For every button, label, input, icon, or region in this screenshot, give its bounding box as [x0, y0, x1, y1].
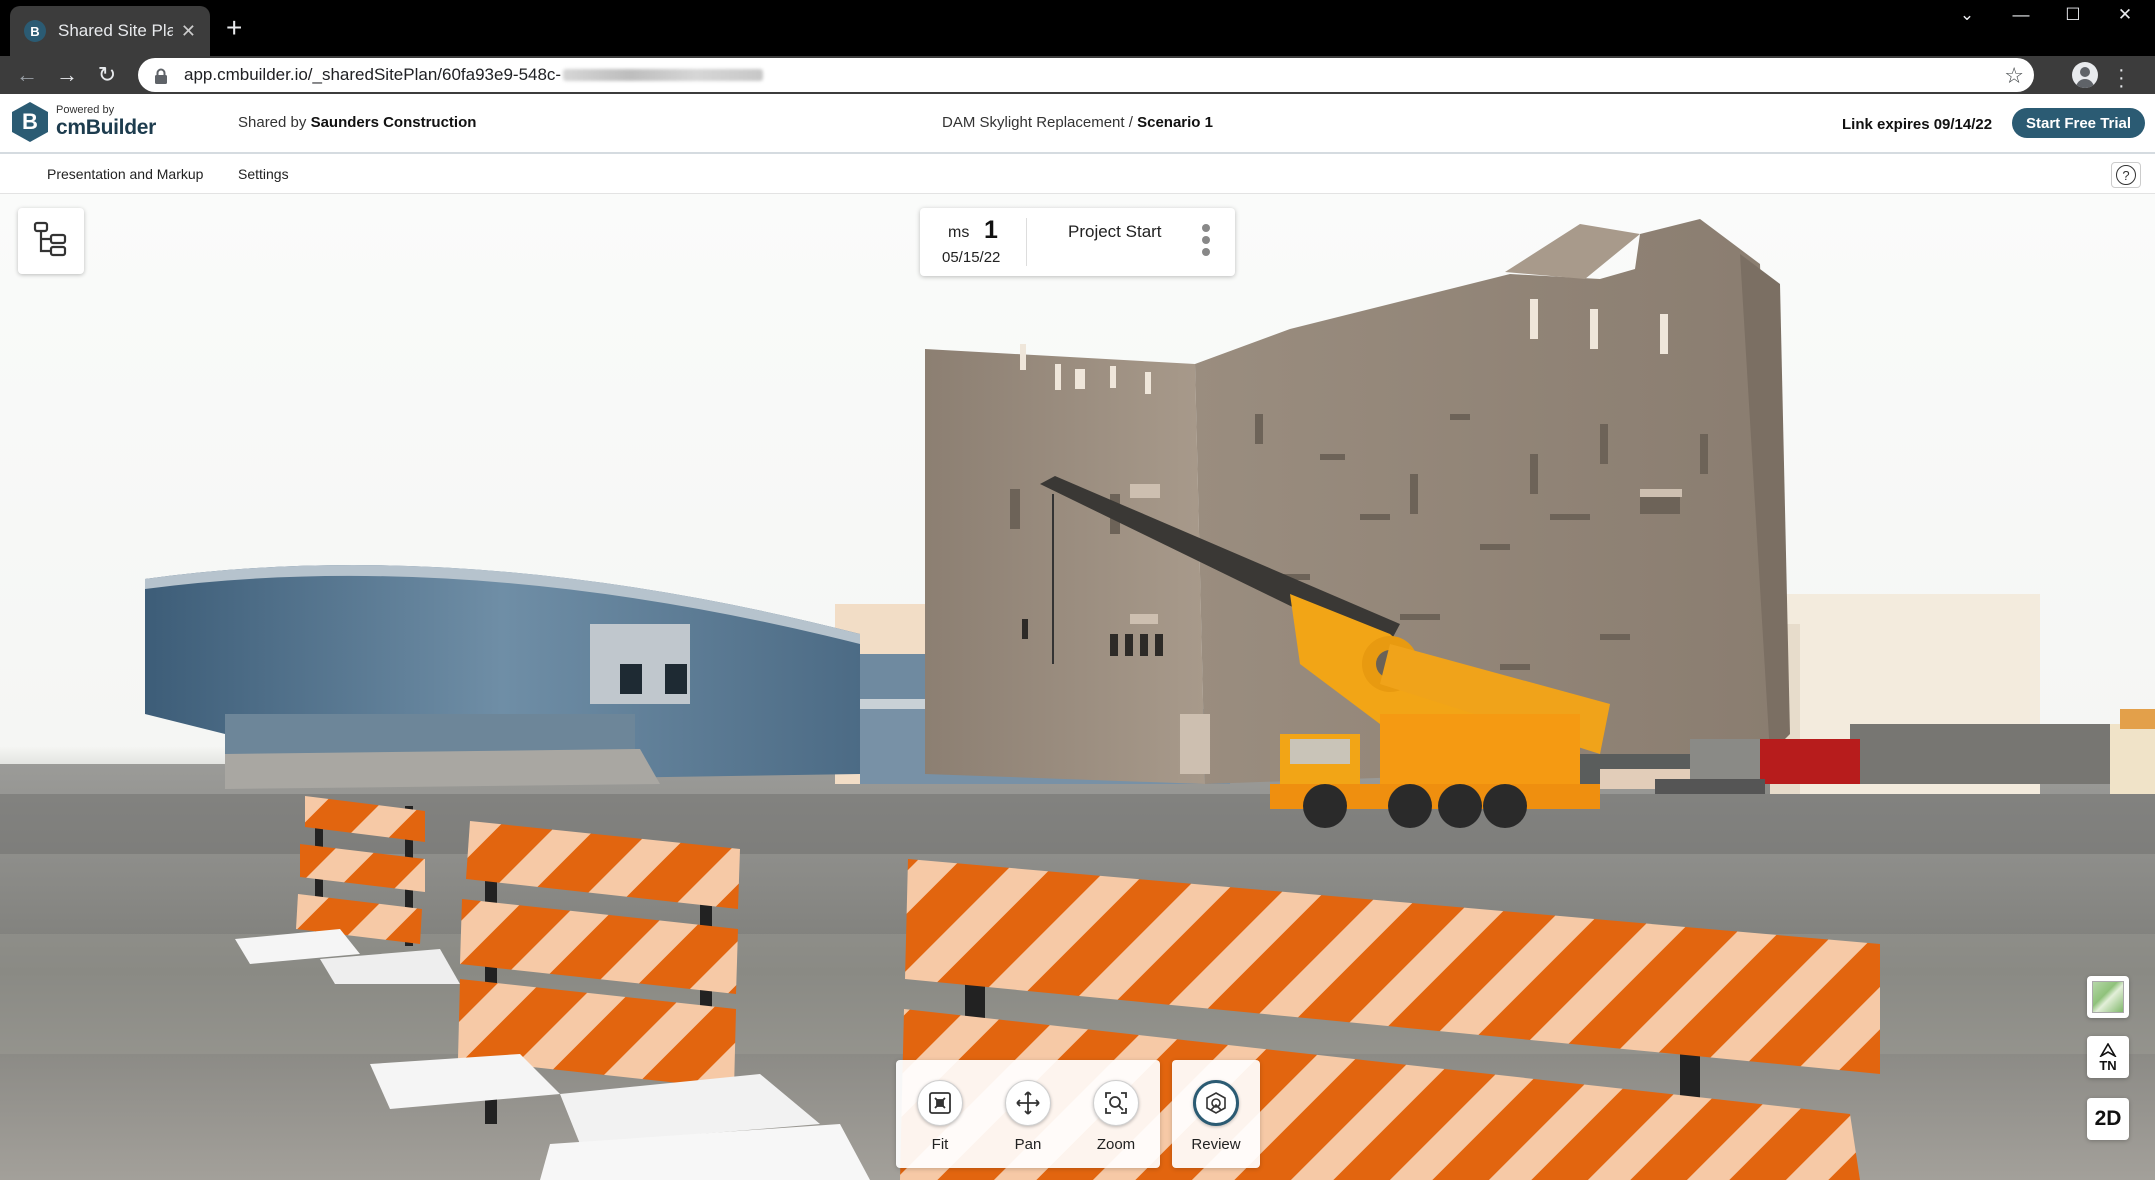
lock-icon	[154, 68, 168, 84]
view-mode-label: 2D	[2094, 1107, 2122, 1130]
project-breadcrumb: DAM Skylight Replacement / Scenario 1	[942, 114, 1213, 131]
scene-tree-button[interactable]	[18, 208, 84, 274]
sub-navigation: Presentation and Markup Settings ?	[0, 154, 2155, 194]
review-icon	[1193, 1080, 1239, 1126]
fit-icon	[917, 1080, 963, 1126]
fit-label: Fit	[931, 1136, 949, 1153]
pan-label: Pan	[1014, 1136, 1042, 1153]
navigation-toolbar: Fit Pan Zoom	[896, 1060, 1160, 1168]
milestone-title: Project Start	[1068, 222, 1162, 241]
milestone-date: 05/15/22	[942, 249, 1001, 266]
cmbuilder-logo[interactable]: B Powered by cmBuilder	[12, 102, 156, 142]
forward-icon[interactable]: →	[52, 60, 82, 90]
3d-viewport[interactable]: ms 1 05/15/22 Project Start Fit Pan Zoom…	[0, 194, 2155, 1180]
milestone-menu-icon[interactable]	[1202, 224, 1210, 260]
dumpster	[1760, 739, 1860, 784]
link-expires: Link expires 09/14/22	[1842, 116, 1993, 133]
url-redacted	[563, 69, 764, 81]
browser-tabstrip: B Shared Site Plans - ✕ + ⌄ — ☐ ✕	[0, 0, 2155, 56]
nav-settings[interactable]: Settings	[238, 166, 289, 182]
start-free-trial-button[interactable]: Start Free Trial	[2012, 108, 2146, 138]
project-name: DAM Skylight Replacement	[942, 114, 1125, 131]
logo-hex-icon: B	[12, 102, 48, 142]
true-north-button[interactable]: TN	[2087, 1036, 2129, 1078]
tree-icon	[31, 219, 71, 264]
reload-icon[interactable]: ↻	[92, 60, 122, 90]
review-tool[interactable]: Review	[1181, 1080, 1251, 1168]
breadcrumb-separator: /	[1128, 114, 1133, 131]
nav-presentation-markup[interactable]: Presentation and Markup	[47, 166, 203, 182]
review-label: Review	[1191, 1136, 1241, 1153]
milestone-number: 1	[984, 216, 998, 244]
app-header: B Powered by cmBuilder Shared by Saunder…	[0, 94, 2155, 154]
zoom-icon	[1093, 1080, 1139, 1126]
site-scene	[0, 219, 2155, 1180]
shared-by: Shared by Saunders Construction	[238, 114, 476, 131]
north-arrow-icon	[2098, 1041, 2118, 1059]
star-icon[interactable]: ☆	[2004, 63, 2024, 89]
profile-avatar-icon[interactable]	[2072, 62, 2098, 88]
help-button[interactable]: ?	[2111, 162, 2141, 188]
favicon-icon: B	[24, 20, 46, 42]
close-icon[interactable]: ✕	[181, 21, 196, 42]
new-tab-icon[interactable]: +	[226, 14, 242, 42]
true-north-label: TN	[2099, 1057, 2117, 1073]
fit-tool[interactable]: Fit	[905, 1080, 975, 1153]
address-bar[interactable]: app.cmbuilder.io/_sharedSitePlan/60fa93e…	[138, 58, 2034, 92]
review-toolbar: Review	[1172, 1060, 1260, 1168]
browser-menu-icon[interactable]: · · ·	[2118, 60, 2125, 96]
map-icon	[2092, 981, 2124, 1013]
window-close-icon[interactable]: ✕	[2098, 0, 2152, 30]
milestone-prefix: ms	[948, 224, 970, 241]
shared-by-name: Saunders Construction	[310, 114, 477, 131]
milestone-divider	[1026, 218, 1027, 266]
url-text: app.cmbuilder.io/_sharedSitePlan/60fa93e…	[184, 65, 562, 84]
scenario-name: Scenario 1	[1137, 114, 1213, 131]
tab-title: Shared Site Plans -	[58, 21, 173, 40]
milestone-card[interactable]: ms 1 05/15/22 Project Start	[920, 208, 1235, 276]
chevron-down-icon[interactable]: ⌄	[1940, 0, 1994, 30]
pan-icon	[1005, 1080, 1051, 1126]
view-mode-button[interactable]: 2D	[2087, 1098, 2129, 1140]
zoom-label: Zoom	[1096, 1136, 1136, 1153]
maximize-icon[interactable]: ☐	[2046, 0, 2100, 30]
map-layer-button[interactable]	[2087, 976, 2129, 1018]
brand-name: cmBuilder	[56, 116, 156, 139]
minimize-icon[interactable]: —	[1994, 0, 2048, 30]
browser-toolbar: ← → ↻ app.cmbuilder.io/_sharedSitePlan/6…	[0, 56, 2155, 96]
help-icon: ?	[2116, 165, 2136, 185]
shared-by-prefix: Shared by	[238, 114, 307, 131]
browser-tab[interactable]: B Shared Site Plans - ✕	[10, 6, 210, 56]
zoom-tool[interactable]: Zoom	[1081, 1080, 1151, 1153]
pan-tool[interactable]: Pan	[993, 1080, 1063, 1153]
powered-by-label: Powered by	[56, 104, 115, 116]
back-icon[interactable]: ←	[12, 60, 42, 90]
